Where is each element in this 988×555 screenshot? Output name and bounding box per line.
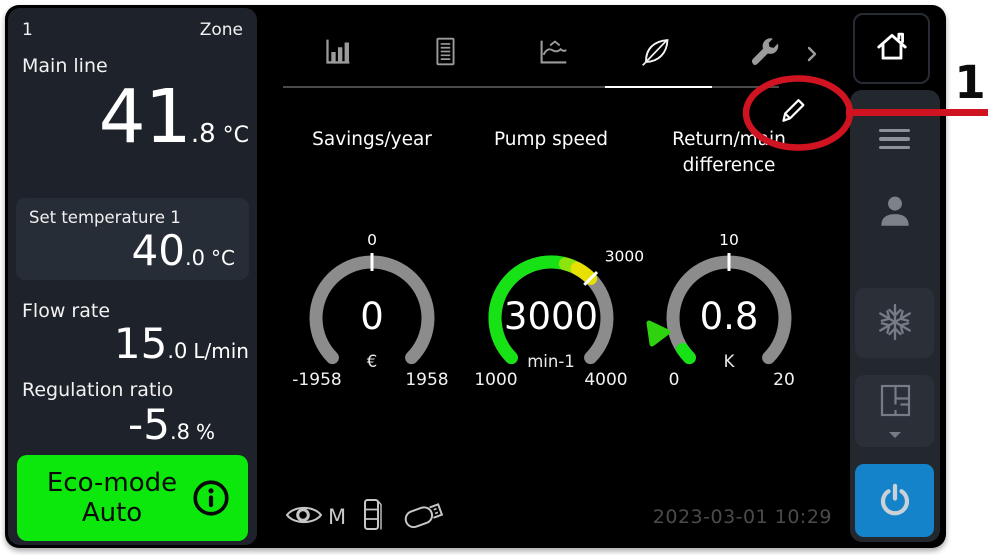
edit-pencil-button[interactable] <box>772 88 814 130</box>
set-temperature-value: 40.0°C <box>26 230 235 272</box>
tabs-more-button[interactable] <box>800 43 824 67</box>
snowflake-icon <box>873 300 917 347</box>
svg-text:1000: 1000 <box>474 370 517 390</box>
home-icon <box>873 28 911 69</box>
gauge-pump-speed: 30003000min-110004000 <box>461 205 641 397</box>
svg-text:3000: 3000 <box>504 295 598 338</box>
floor-plan-icon <box>874 381 916 426</box>
svg-text:€: € <box>367 352 378 371</box>
eye-monitoring-icon <box>283 501 325 533</box>
eco-mode-label: Eco-mode Auto <box>34 468 190 528</box>
zone-panel: 1 Zone Main line 41.8°C Set temperature … <box>8 8 257 545</box>
sidebar-panel <box>850 90 940 542</box>
sidebar <box>850 5 942 548</box>
gauge-label-pump-speed: Pump speed <box>461 127 641 153</box>
tab-report[interactable] <box>425 33 465 73</box>
gauge-label-savings: Savings/year <box>282 127 462 153</box>
screenshot-canvas: 1 Zone Main line 41.8°C Set temperature … <box>0 0 988 555</box>
flow-rate-value: 15.0L/min <box>18 323 249 365</box>
user-button[interactable] <box>855 186 934 238</box>
svg-text:0: 0 <box>669 370 680 390</box>
svg-text:10: 10 <box>719 231 739 249</box>
pencil-icon <box>775 90 811 129</box>
eco-mode-button[interactable]: Eco-mode Auto <box>17 455 248 541</box>
svg-text:0: 0 <box>360 295 384 338</box>
set-temperature-label: Set temperature 1 <box>29 208 181 227</box>
svg-text:0: 0 <box>367 231 377 249</box>
svg-text:-1958: -1958 <box>292 370 341 390</box>
zone-label: Zone <box>200 20 243 40</box>
tab-settings[interactable] <box>743 33 783 73</box>
wrench-settings-icon <box>744 33 782 74</box>
svg-text:K: K <box>724 352 736 371</box>
gauge-return-main-difference: 10 0.8 K 0 20 <box>639 205 819 397</box>
home-button[interactable] <box>853 13 930 84</box>
device-screen: 1 Zone Main line 41.8°C Set temperature … <box>5 5 946 548</box>
active-tab-indicator <box>605 86 712 88</box>
hamburger-menu-icon <box>879 129 910 150</box>
gauge-savings: 0 0 € -1958 1958 <box>282 205 462 397</box>
svg-text:4000: 4000 <box>584 370 627 390</box>
green-arrow-indicator <box>646 320 672 352</box>
eco-dashboard: Savings/year Pump speed Return/main diff… <box>257 5 850 548</box>
regulation-ratio-value: -5.8% <box>18 404 215 446</box>
module-icon <box>361 496 385 538</box>
info-icon[interactable] <box>190 477 232 519</box>
leaf-eco-icon <box>638 33 676 74</box>
zone-header: 1 Zone <box>22 20 243 40</box>
main-line-label: Main line <box>22 55 108 77</box>
trend-chart-icon <box>534 33 572 74</box>
chevron-right-icon <box>804 44 820 67</box>
annotation-number-label: 1 <box>952 60 988 105</box>
main-line-value: 41.8°C <box>18 80 249 154</box>
power-icon <box>874 478 916 523</box>
report-icon <box>426 33 464 74</box>
datetime-display: 2023-03-01 10:29 <box>653 506 832 528</box>
zone-number: 1 <box>22 20 33 40</box>
svg-text:20: 20 <box>773 370 795 390</box>
annotation-callout-line <box>846 109 988 116</box>
menu-button[interactable] <box>855 116 934 162</box>
status-icon-row: M <box>283 499 450 535</box>
dropdown-caret-icon <box>888 427 902 442</box>
bar-chart-icon <box>318 33 356 74</box>
cooling-mode-button[interactable] <box>855 288 934 358</box>
tab-statistics[interactable] <box>317 33 357 73</box>
usb-stick-icon <box>400 497 450 537</box>
power-button[interactable] <box>855 464 934 537</box>
svg-text:1958: 1958 <box>405 370 448 390</box>
monitoring-mode-label: M <box>328 505 346 529</box>
user-icon <box>875 193 915 232</box>
tabbar-divider <box>283 86 779 88</box>
regulation-ratio-label: Regulation ratio <box>22 379 173 401</box>
svg-text:0.8: 0.8 <box>700 295 759 338</box>
flow-rate-label: Flow rate <box>22 300 110 322</box>
set-temperature-card[interactable]: Set temperature 1 40.0°C <box>16 198 249 280</box>
tab-trends[interactable] <box>533 33 573 73</box>
svg-text:min-1: min-1 <box>527 352 575 371</box>
gauge-label-return-main-difference: Return/main difference <box>639 127 819 179</box>
zones-layout-button[interactable] <box>855 375 934 447</box>
tab-eco[interactable] <box>637 33 677 73</box>
